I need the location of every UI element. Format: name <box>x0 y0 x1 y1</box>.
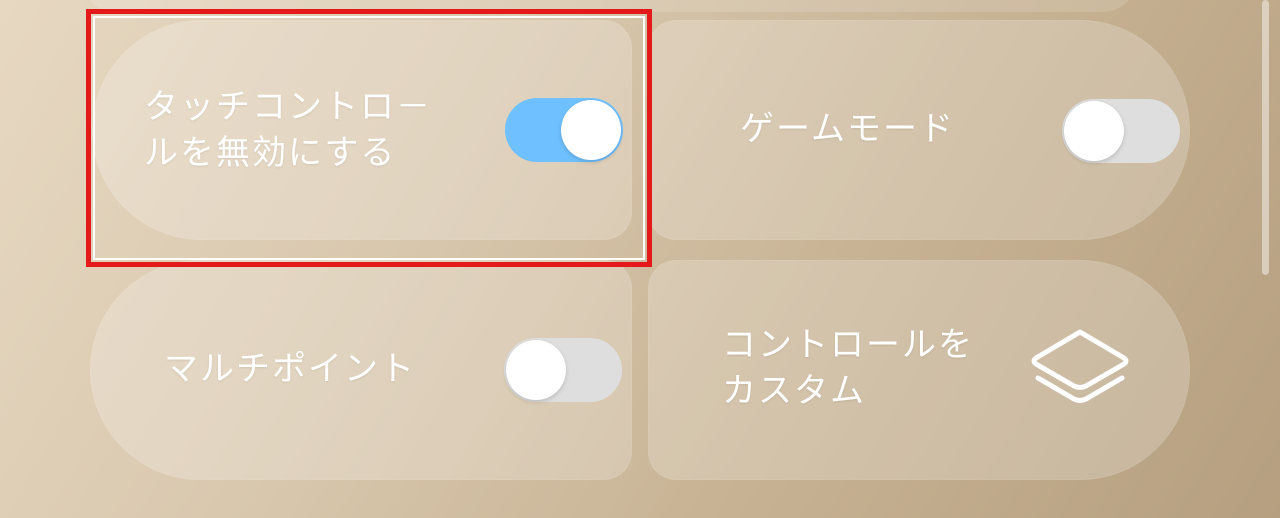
toggle-knob <box>561 100 621 160</box>
disable-touch-control-label-line2: ルを無効にする <box>144 133 397 173</box>
customize-controls-label-line1: コントロールを <box>722 325 974 365</box>
multipoint-toggle[interactable] <box>504 338 622 402</box>
disable-touch-control-toggle[interactable] <box>505 98 623 162</box>
previous-tile-edge <box>80 0 1138 12</box>
disable-touch-control-tile[interactable]: タッチコントロ－ ルを無効にする <box>92 20 632 240</box>
game-mode-tile[interactable]: ゲームモード <box>648 20 1190 240</box>
scrollbar[interactable] <box>1262 0 1269 275</box>
customize-controls-label: コントロールを カスタム <box>722 322 974 414</box>
disable-touch-control-label: タッチコントロ－ ルを無効にする <box>144 84 432 176</box>
game-mode-label: ゲームモード <box>740 109 955 149</box>
game-mode-toggle[interactable] <box>1062 99 1180 163</box>
customize-controls-label-line2: カスタム <box>722 371 866 411</box>
toggle-knob <box>506 340 566 400</box>
multipoint-tile[interactable]: マルチポイント <box>90 260 632 480</box>
layers-icon <box>1031 329 1129 403</box>
disable-touch-control-label-line1: タッチコントロ－ <box>144 87 432 127</box>
multipoint-label: マルチポイント <box>164 349 416 389</box>
toggle-knob <box>1064 101 1124 161</box>
